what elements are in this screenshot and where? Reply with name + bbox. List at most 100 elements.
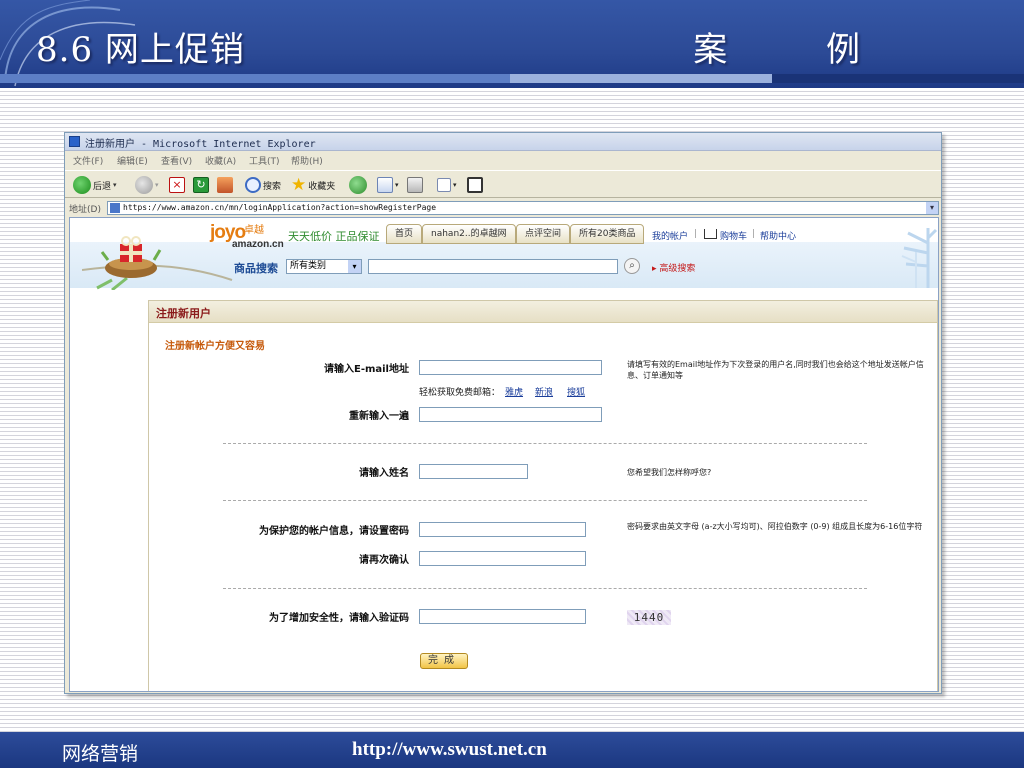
my-account-link[interactable]: 我的帐户 [652,229,688,242]
submit-button[interactable]: 完成 [420,653,468,669]
ie-icon [69,136,80,147]
slide-title: 8.6 网上促销 [36,30,245,70]
tab-home[interactable]: 首页 [386,224,423,244]
address-bar: 地址(D) https://www.amazon.cn/mn/loginAppl… [65,200,941,216]
email-help: 请填写有效的Email地址作为下次登录的用户名,同时我们也会给这个地址发送帐户信… [627,360,924,380]
help-center-link[interactable]: 帮助中心 [760,229,796,242]
email-field[interactable] [419,360,602,375]
print-button[interactable] [407,175,423,195]
advanced-search-link[interactable]: 高级搜索 [652,261,695,274]
dropdown-arrow-icon[interactable]: ▾ [395,181,399,189]
password-confirm-field[interactable] [419,551,586,566]
home-button[interactable] [217,175,233,195]
captcha-image: 1440 [627,610,671,625]
forward-button[interactable]: ▾ [135,175,159,195]
history-button[interactable] [349,175,367,195]
menu-help[interactable]: 帮助(H) [291,154,323,167]
forward-arrow-icon [135,176,153,194]
print-icon [407,177,423,193]
search-magnifier-icon [245,177,261,193]
page-icon [110,203,120,213]
browser-window: 注册新用户 - Microsoft Internet Explorer 文件(F… [64,132,942,694]
name-label: 请输入姓名 [359,468,409,479]
email-confirm-label: 重新输入一遍 [349,411,409,422]
site-header: joyo 卓越 amazon.cn 天天低价 正品保证 首页 nahan2..的… [70,218,938,290]
dropdown-arrow-icon[interactable]: ▾ [453,181,457,189]
chevron-down-icon[interactable]: ▾ [348,260,361,273]
address-input[interactable]: https://www.amazon.cn/mn/loginApplicatio… [107,201,939,215]
menu-bar: 文件(F) 编辑(E) 查看(V) 收藏(A) 工具(T) 帮助(H) [65,152,941,168]
gift-nest-icon [100,236,162,278]
search-go-icon[interactable]: ⌕ [624,258,640,274]
free-mail-tip: 轻松获取免费邮箱： [419,388,501,398]
search-label: 搜索 [263,181,282,192]
menu-edit[interactable]: 编辑(E) [117,154,148,167]
divider [223,500,867,501]
separator: | [694,229,698,239]
stop-button[interactable]: × [169,175,185,195]
site-logo[interactable]: joyo 卓越 amazon.cn [210,222,284,250]
registration-panel: 注册新用户 注册新帐户方便又容易 请输入E-mail地址 请填写有效的Email… [148,300,938,691]
refresh-button[interactable]: ↻ [193,175,209,195]
footer-course-name: 网络营销 [62,743,139,765]
slide-header: 8.6 网上促销 案 例 [0,0,1024,88]
footer-url[interactable]: http://www.swust.net.cn [352,739,547,761]
web-page: joyo 卓越 amazon.cn 天天低价 正品保证 首页 nahan2..的… [69,217,939,692]
messenger-button[interactable] [467,175,483,195]
chevron-down-icon[interactable]: ▾ [926,202,938,214]
browser-title: 注册新用户 - Microsoft Internet Explorer [85,139,316,150]
password-label: 为保护您的帐户信息，请设置密码 [259,526,409,537]
messenger-icon [467,177,483,193]
cart-icon[interactable] [704,229,717,239]
password-help: 密码要求由英文字母 (a-z大小写均可)、阿拉伯数字 (0-9) 组成且长度为6… [627,522,923,531]
panel-header: 注册新用户 [149,301,937,323]
menu-tools[interactable]: 工具(T) [249,154,280,167]
captcha-field[interactable] [419,609,586,624]
home-icon [217,177,233,193]
menu-view[interactable]: 查看(V) [161,154,192,167]
refresh-icon: ↻ [193,177,209,193]
panel-subtitle: 注册新帐户方便又容易 [165,341,265,352]
cart-link[interactable]: 购物车 [720,229,747,242]
dropdown-arrow-icon[interactable]: ▾ [113,181,117,189]
sina-mail-link[interactable]: 新浪 [535,385,553,398]
stop-icon: × [169,177,185,193]
address-label: 地址(D) [69,205,101,215]
site-slogan: 天天低价 正品保证 [288,230,380,243]
header-band [0,74,1024,83]
password-field[interactable] [419,522,586,537]
tab-all-categories[interactable]: 所有20类商品 [570,224,645,244]
email-confirm-field[interactable] [419,407,602,422]
product-search-input[interactable] [368,259,618,274]
name-field[interactable] [419,464,528,479]
category-select[interactable]: 所有类别 ▾ [286,259,362,274]
dropdown-arrow-icon[interactable]: ▾ [155,181,159,189]
mail-button[interactable]: ▾ [377,175,399,195]
address-url: https://www.amazon.cn/mn/loginApplicatio… [123,203,437,212]
back-arrow-icon [73,176,91,194]
tab-review-space[interactable]: 点评空间 [516,224,571,244]
search-label: 商品搜索 [234,262,278,275]
browser-titlebar[interactable]: 注册新用户 - Microsoft Internet Explorer [65,133,941,151]
sohu-mail-link[interactable]: 搜狐 [567,385,585,398]
yahoo-mail-link[interactable]: 雅虎 [505,385,523,398]
divider [223,443,867,444]
tab-my-joyo[interactable]: nahan2..的卓越网 [422,224,516,244]
favorites-label: 收藏夹 [308,181,336,192]
edit-button[interactable]: ▾ [437,175,457,195]
category-selected: 所有类别 [290,261,327,271]
favorites-button[interactable]: ★ 收藏夹 [291,175,335,195]
history-icon [349,176,367,194]
back-label: 后退 [93,181,112,192]
browser-toolbar: 后退 ▾ ▾ × ↻ 搜索 ★ 收藏夹 ▾ ▾ [65,170,941,198]
menu-favorites[interactable]: 收藏(A) [205,154,236,167]
menu-file[interactable]: 文件(F) [73,154,103,167]
separator: | [752,229,756,239]
star-icon: ★ [291,175,307,195]
search-button[interactable]: 搜索 [245,175,281,195]
mail-icon [377,177,393,193]
edit-document-icon [437,178,451,192]
logo-amazon: amazon.cn [232,239,284,250]
panel-title: 注册新用户 [156,307,211,320]
back-button[interactable]: 后退 ▾ [73,175,117,195]
